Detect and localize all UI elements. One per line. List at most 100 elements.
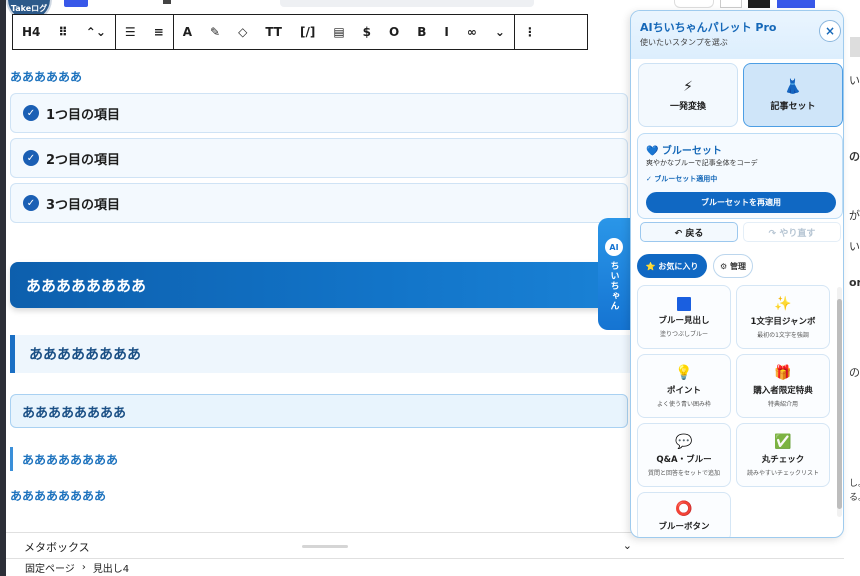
close-button[interactable]: × [819,20,841,42]
redo-button[interactable]: ↷ やり直す [743,222,841,242]
italic-button[interactable]: I [435,15,457,49]
text-color-icon[interactable]: A [174,15,201,49]
stamp-title: ブルー見出し [658,315,710,326]
heading-bar-block[interactable]: ああああああああ [10,335,630,373]
breadcrumb-item[interactable]: 固定ページ [25,560,75,575]
speech-bubble-icon: 💬 [675,433,693,450]
stamp-buyer-bonus[interactable]: 🎁 購入者限定特典 特典紹介用 [736,354,830,418]
preset-title: 💙 ブルーセット [646,146,722,157]
sidebar-text: の [849,150,860,163]
logo-text: Takeログ [10,4,48,13]
heading-level-button[interactable]: H4 [13,15,49,49]
lightbulb-icon: 💡 [675,364,693,381]
sidebar-text: の [849,366,860,379]
gift-icon: 🎁 [774,364,792,381]
heading-text: ああああああああ [22,405,127,421]
mode-article-set[interactable]: 👗 記事セット [743,63,843,127]
panel-scrollbar-thumb[interactable] [837,299,842,509]
stamp-round-check[interactable]: ✅ 丸チェック 読みやすいチェックリスト [736,423,830,487]
top-bar-right-button[interactable] [674,0,714,8]
stamp-title: 購入者限定特典 [753,385,813,396]
heading-text: ああああああああ [22,452,119,467]
check-icon: ✓ [23,195,39,211]
resize-handle[interactable] [302,545,348,548]
editor-left-edge [0,0,6,576]
heading-line-block[interactable]: ああああああああ [10,447,630,471]
metabox-panel[interactable]: メタボックス ⌄ [6,532,644,560]
side-tab-label: ちいちゃん [608,261,619,311]
check-item-text: 1つ目の項目 [46,107,121,123]
heading-box-block[interactable]: ああああああああ [10,394,628,428]
top-bar-right-icon[interactable] [720,0,742,8]
more-options-icon[interactable]: ⋮ [515,15,545,49]
sidebar-text: or [849,276,860,289]
sidebar-text: し。 [849,479,860,489]
circle-icon[interactable]: O [380,15,408,49]
document-icon[interactable]: ▤ [324,15,353,49]
favorites-tab[interactable]: ⭐ お気に入り [637,254,707,278]
code-icon[interactable]: [/] [291,15,324,49]
sparkles-icon: ✨ [774,295,792,312]
ai-chii-chan-side-tab[interactable]: AI ちいちゃん [598,218,630,330]
blue-square-icon [677,296,691,311]
text-paragraph[interactable]: ああああああ [10,68,82,85]
chevron-down-icon[interactable]: ⌄ [486,15,514,49]
check-mark-icon: ✅ [774,433,792,450]
top-bar-icon[interactable] [163,0,171,4]
bold-button[interactable]: B [408,15,435,49]
stamp-blue-heading[interactable]: ブルー見出し 塗りつぶしブルー [637,285,731,349]
reapply-blue-set-button[interactable]: ブルーセットを再適用 [646,192,836,213]
breadcrumb: 固定ページ › 見出し4 [6,558,860,576]
heading-gradient-block[interactable]: ああああああああ [10,262,630,308]
dollar-icon[interactable]: $ [354,15,380,49]
check-list-item[interactable]: ✓ 1つ目の項目 [10,93,628,133]
sidebar-text: る。 [849,493,860,503]
stamp-title: Q&A・ブルー [656,454,712,465]
circle-icon: ⭕ [675,501,693,517]
sidebar-text: い [849,74,860,87]
font-size-icon[interactable]: TT [256,15,291,49]
check-list-item[interactable]: ✓ 3つ目の項目 [10,183,628,223]
text-align-icon[interactable]: ≡ [145,15,173,49]
mode-label: 記事セット [770,101,816,112]
check-item-text: 2つ目の項目 [46,152,121,168]
tag-icon[interactable]: ◇ [229,15,256,49]
chevron-down-icon[interactable]: ⌄ [623,539,632,552]
stamp-grid: ブルー見出し 塗りつぶしブルー ✨ 1文字目ジャンボ 最初の1文字を強調 💡 ポ… [637,285,833,537]
stamp-blue-button[interactable]: ⭕ ブルーボタン [637,492,731,537]
check-icon: ✓ [23,150,39,166]
sidebar-thumbnail [850,37,860,57]
stamp-point[interactable]: 💡 ポイント よく使う青い囲み枠 [637,354,731,418]
mode-quick-convert[interactable]: ⚡ 一発変換 [638,63,738,127]
move-up-down-icon[interactable]: ⌃⌄ [77,15,115,49]
top-bar-dark-button[interactable] [748,0,770,8]
heading-plain-block[interactable]: ああああああああ [10,487,106,504]
manage-tab[interactable]: ⚙ 管理 [713,254,753,278]
heading-text: ああああああああ [29,347,141,363]
stamp-description: 最初の1文字を強調 [757,331,809,339]
ai-palette-panel: AIちいちゃんパレット Pro 使いたいスタンプを選ぶ × ⚡ 一発変換 👗 記… [630,10,844,538]
stamp-jumbo-first-letter[interactable]: ✨ 1文字目ジャンボ 最初の1文字を強調 [736,285,830,349]
breadcrumb-item[interactable]: 見出し4 [93,560,129,575]
top-bar-document-bar[interactable] [280,0,534,7]
ai-badge-icon: AI [605,238,623,256]
undo-button[interactable]: ↶ 戻る [640,222,738,242]
stamp-description: よく使う青い囲み枠 [656,400,711,408]
check-icon: ✓ [23,105,39,121]
dress-icon: 👗 [784,78,802,95]
stamp-description: 読みやすいチェックリスト [746,469,819,477]
link-icon[interactable]: ∞ [458,15,486,49]
align-center-icon[interactable]: ☰ [116,15,145,49]
panel-title: AIちいちゃんパレット Pro [640,21,777,34]
panel-subtitle: 使いたいスタンプを選ぶ [640,38,728,47]
mode-label: 一発変換 [669,101,706,112]
top-bar-button[interactable] [64,0,88,7]
preset-status: ✓ ブルーセット適用中 [646,175,718,183]
publish-button[interactable] [777,0,815,8]
drag-handle-icon[interactable]: ⠿ [49,15,76,49]
check-item-text: 3つ目の項目 [46,197,121,213]
sidebar-text: い [849,240,860,253]
check-list-item[interactable]: ✓ 2つ目の項目 [10,138,628,178]
highlight-icon[interactable]: ✎ [201,15,229,49]
stamp-qa-blue[interactable]: 💬 Q&A・ブルー 質問と回答をセットで追加 [637,423,731,487]
